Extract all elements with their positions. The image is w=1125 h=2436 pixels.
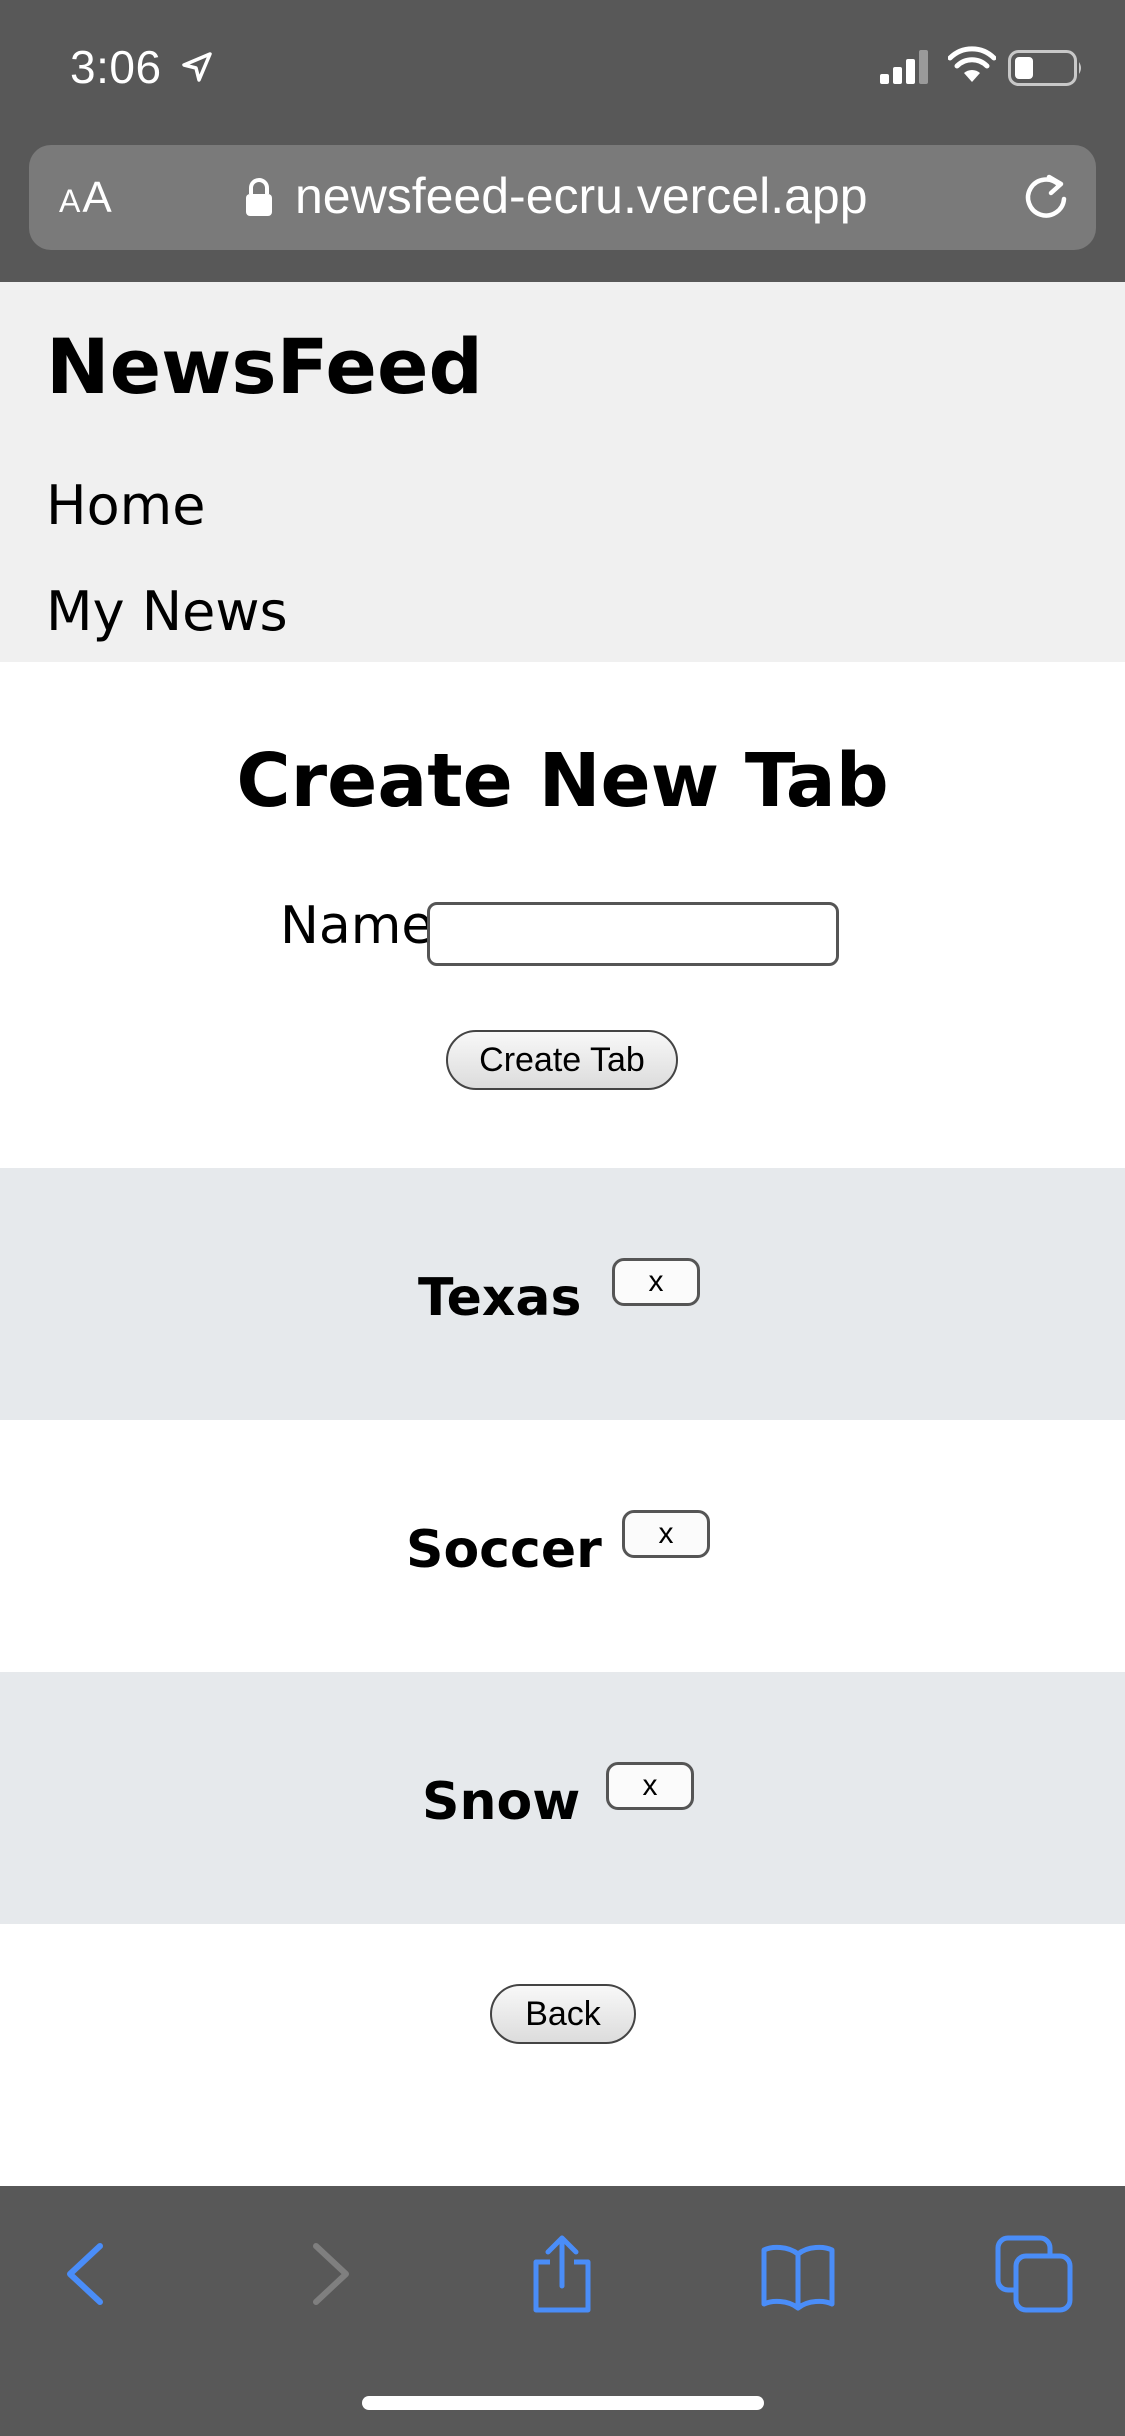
nav-link-home[interactable]: Home [46, 474, 205, 537]
tab-name: Texas [418, 1268, 582, 1328]
lock-icon [246, 178, 272, 216]
site-title: NewsFeed [46, 322, 483, 411]
text-size-button[interactable]: A A [59, 173, 112, 223]
battery-icon [1008, 50, 1081, 86]
remove-tab-button[interactable]: x [622, 1510, 710, 1558]
cellular-signal-icon [880, 50, 928, 84]
tabs-icon[interactable] [994, 2234, 1074, 2314]
create-tab-form: Create New Tab Name Create Tab [0, 662, 1125, 1168]
reload-icon[interactable] [1019, 169, 1075, 225]
status-time: 3:06 [70, 41, 162, 93]
bookmarks-icon[interactable] [758, 2234, 838, 2314]
back-button[interactable]: Back [490, 1984, 636, 2044]
url-text[interactable]: newsfeed-ecru.vercel.app [295, 167, 868, 225]
address-bar[interactable]: A A newsfeed-ecru.vercel.app [29, 145, 1096, 250]
site-header: NewsFeed Home My News [0, 282, 1125, 662]
tab-name: Snow [422, 1772, 581, 1832]
back-arrow-icon[interactable] [48, 2234, 128, 2314]
remove-tab-button[interactable]: x [606, 1762, 694, 1810]
remove-tab-button[interactable]: x [612, 1258, 700, 1306]
name-input[interactable] [427, 902, 839, 966]
home-indicator [362, 2396, 764, 2410]
forward-arrow-icon[interactable] [288, 2234, 368, 2314]
tab-row: Soccer x [0, 1420, 1125, 1672]
form-heading: Create New Tab [236, 738, 889, 824]
share-icon[interactable] [522, 2234, 602, 2314]
tab-row: Texas x [0, 1168, 1125, 1420]
nav-link-my-news[interactable]: My News [46, 580, 288, 643]
location-arrow-icon [182, 52, 212, 82]
tab-row: Snow x [0, 1672, 1125, 1924]
create-tab-button[interactable]: Create Tab [446, 1030, 678, 1090]
browser-toolbar [0, 2186, 1125, 2436]
name-label: Name [280, 896, 434, 956]
wifi-icon [948, 46, 996, 82]
browser-top-chrome: 3:06 A A newsfeed-ecru.vercel.app [0, 0, 1125, 282]
tab-name: Soccer [406, 1520, 602, 1580]
